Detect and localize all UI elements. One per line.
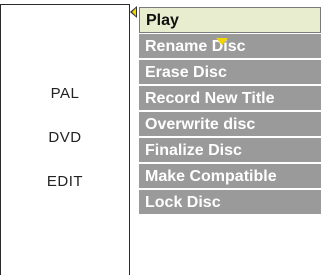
menu-item-lock-disc[interactable]: Lock Disc — [139, 189, 321, 215]
menu-item-play[interactable]: Play — [139, 7, 321, 33]
left-pointer-icon — [130, 6, 137, 18]
menu-item-rename-disc[interactable]: Rename Disc — [139, 33, 321, 59]
tv-system-label: PAL — [50, 85, 80, 102]
disc-menu: Play Rename Disc Erase Disc Record New T… — [139, 0, 321, 273]
disc-info-panel: PAL DVD EDIT — [0, 4, 130, 275]
menu-item-erase-disc[interactable]: Erase Disc — [139, 59, 321, 85]
menu-item-finalize-disc[interactable]: Finalize Disc — [139, 137, 321, 163]
mode-label: EDIT — [46, 173, 84, 190]
menu-item-overwrite-disc[interactable]: Overwrite disc — [139, 111, 321, 137]
disc-type-label: DVD — [48, 129, 82, 146]
menu-item-record-new-title[interactable]: Record New Title — [139, 85, 321, 111]
menu-item-make-compatible[interactable]: Make Compatible — [139, 163, 321, 189]
down-cursor-icon — [216, 38, 228, 45]
